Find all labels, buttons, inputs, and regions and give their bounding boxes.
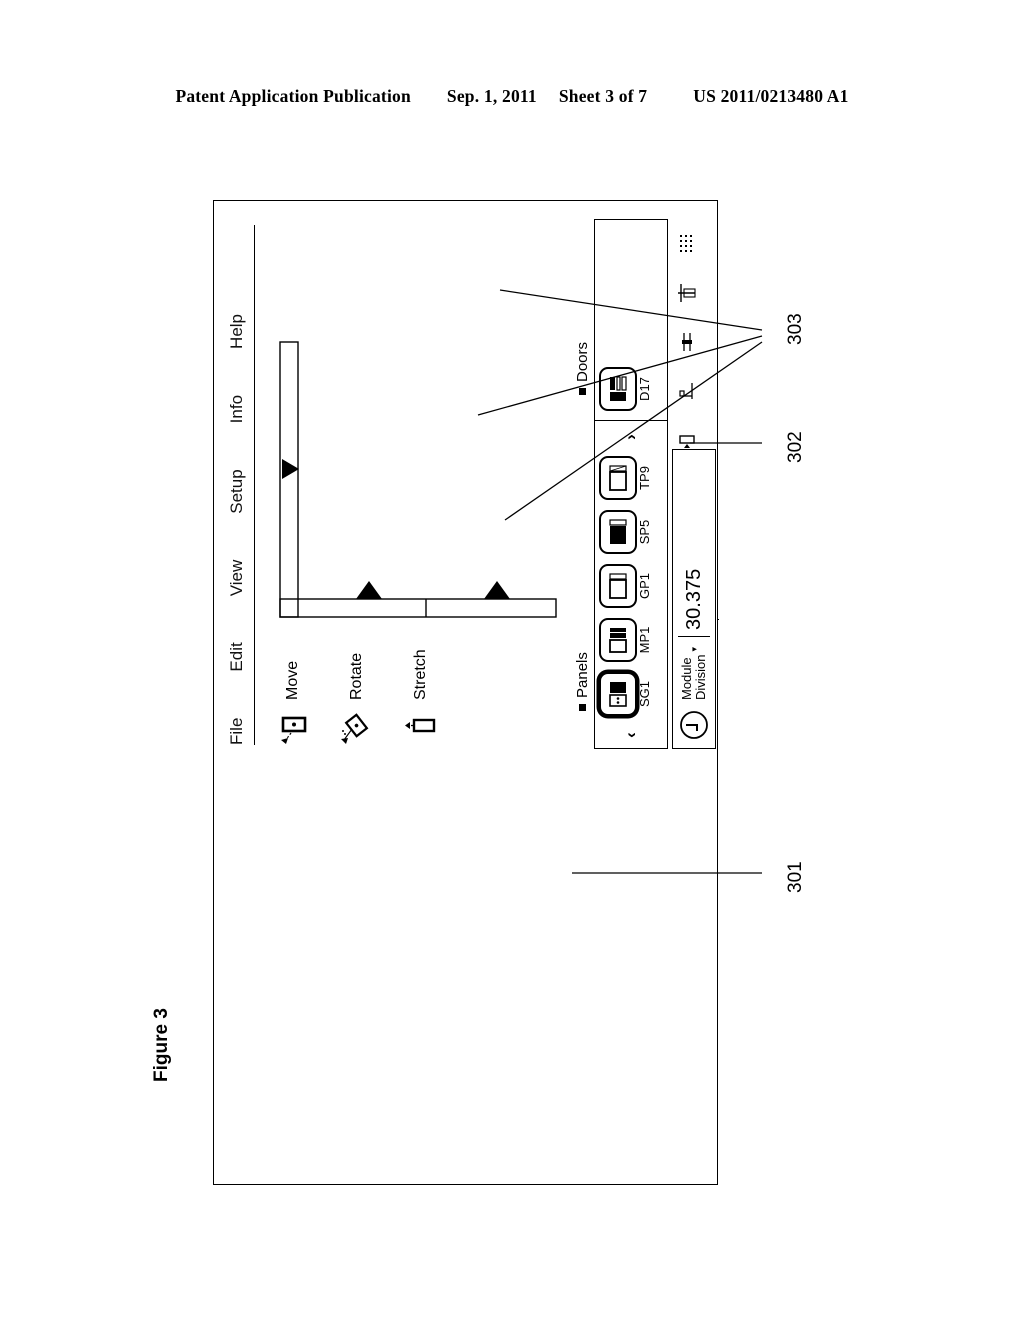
toolbar-section-panels: SG1 MP1 GP1 SP5 TP9 — [595, 450, 667, 722]
group-label-doors: Doors — [574, 342, 591, 395]
toolbar-button-mp1[interactable]: MP1 — [599, 614, 652, 666]
dial-icon[interactable] — [677, 702, 711, 748]
component-toolbar: ‹ SG1 MP1 GP1 SP5 TP9 › D17 — [594, 219, 668, 749]
toolbar-button-sg1-label: SG1 — [637, 681, 652, 708]
toolbar-button-tp9[interactable]: TP9 — [599, 452, 652, 504]
direction-marker-right-upper — [356, 581, 382, 599]
direction-marker-right-lower — [484, 581, 510, 599]
panel-sp5-icon — [599, 510, 637, 554]
toolbar-button-mp1-label: MP1 — [637, 626, 652, 654]
toolbar-section-doors: D17 — [595, 361, 667, 417]
tool-palette: Move Rotate Stretch — [276, 631, 468, 747]
reference-numeral-302: 302 — [785, 431, 806, 463]
publication-title: Patent Application Publication — [175, 86, 411, 106]
tool-stretch[interactable]: Stretch — [404, 631, 438, 747]
group-label-panels: Panels — [574, 652, 591, 711]
tool-rotate[interactable]: Rotate — [340, 631, 374, 747]
application-screenshot-rotated: File Edit View Setup Info Help Move Rota… — [214, 201, 717, 767]
toolbar-button-d17-label: D17 — [637, 377, 652, 401]
menu-item-setup[interactable]: Setup — [227, 469, 247, 513]
status-bar: Module Division ▾ 30.375 — [672, 449, 716, 749]
group-label-doors-text: Doors — [574, 341, 591, 382]
menu-item-view[interactable]: View — [227, 560, 247, 597]
menu-item-info[interactable]: Info — [227, 395, 247, 423]
reference-numeral-303: 303 — [785, 313, 806, 345]
stretch-icon — [405, 707, 437, 747]
toolbar-section-separator — [595, 420, 667, 421]
toolbar-button-tp9-label: TP9 — [637, 466, 652, 490]
door-d17-icon — [599, 367, 637, 411]
menu-bar: File Edit View Setup Info Help — [222, 225, 252, 745]
menu-item-edit[interactable]: Edit — [227, 642, 247, 671]
toolbar-button-sp5-label: SP5 — [637, 519, 652, 545]
patent-header: Patent Application Publication Sep. 1, 2… — [0, 86, 1024, 107]
rotate-icon — [341, 707, 373, 747]
panels-bullet-icon — [579, 704, 586, 711]
application-window: File Edit View Setup Info Help Move Rota… — [214, 201, 717, 767]
bottom-panel: Panels Doors ‹ SG1 MP1 GP1 SP5 TP9 › D17… — [572, 201, 717, 767]
tool-move[interactable]: Move — [276, 631, 310, 747]
menu-bar-divider — [254, 225, 255, 745]
tool-rotate-label: Rotate — [348, 652, 365, 700]
publication-date: Sep. 1, 2011 — [446, 86, 537, 106]
tool-move-label: Move — [284, 660, 301, 700]
parallel-lines-icon[interactable] — [676, 317, 698, 366]
reference-numeral-301: 301 — [785, 861, 806, 893]
toolbar-scroll-left-button[interactable]: ‹ — [595, 722, 667, 748]
module-division-label-line1: Module — [679, 657, 694, 700]
menu-item-file[interactable]: File — [227, 718, 247, 745]
toolbar-button-d17[interactable]: D17 — [599, 363, 652, 415]
figure-frame: File Edit View Setup Info Help Move Rota… — [213, 200, 719, 1185]
module-division-value[interactable]: 30.375 — [683, 569, 706, 630]
menu-item-help[interactable]: Help — [227, 314, 247, 349]
module-division-label[interactable]: Module Division ▾ — [679, 643, 708, 702]
group-label-panels-text: Panels — [574, 652, 591, 698]
tee-dimension-icon[interactable] — [676, 268, 698, 317]
publication-number: US 2011/0213480 A1 — [693, 86, 849, 106]
sheet-number: Sheet 3 of 7 — [558, 86, 648, 106]
tool-stretch-label: Stretch — [412, 649, 429, 700]
toolbar-scroll-right-button[interactable]: › — [595, 424, 667, 450]
panel-tp9-icon — [599, 456, 637, 500]
plan-view-canvas[interactable] — [266, 297, 566, 627]
doors-bullet-icon — [579, 388, 586, 395]
toolbar-button-sp5[interactable]: SP5 — [599, 506, 652, 558]
status-bar-separator — [678, 635, 710, 637]
figure-label: Figure 3 — [151, 1008, 172, 1082]
panel-gp1-icon — [599, 564, 637, 608]
toolbar-button-gp1[interactable]: GP1 — [599, 560, 652, 612]
module-division-label-line2: Division — [693, 654, 708, 700]
move-icon — [277, 707, 309, 747]
panel-sg1-icon — [599, 672, 637, 716]
toolbar-button-sg1[interactable]: SG1 — [599, 668, 652, 720]
direction-marker-down — [282, 459, 299, 479]
panel-mp1-icon — [599, 618, 637, 662]
toolbar-button-gp1-label: GP1 — [637, 573, 652, 600]
module-division-caret-icon[interactable]: ▾ — [689, 647, 699, 652]
dot-grid-icon[interactable] — [676, 219, 698, 268]
angle-icon[interactable] — [676, 367, 698, 416]
